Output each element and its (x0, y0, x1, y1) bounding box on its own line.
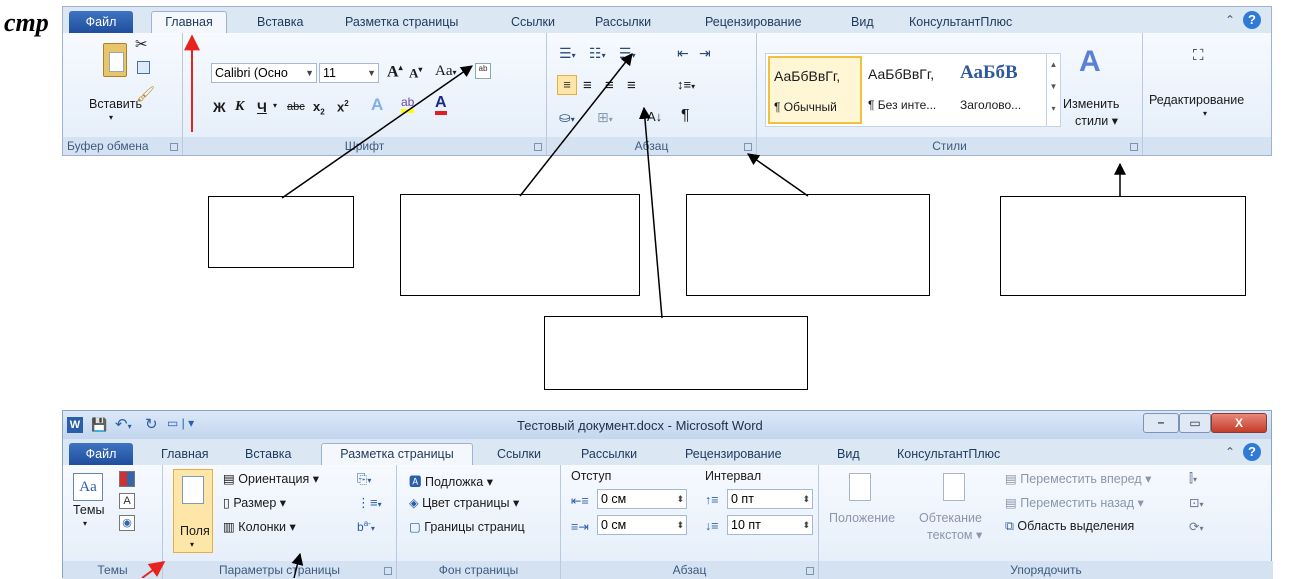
arrow-box1-to-change-case (281, 65, 473, 199)
arrow-box3-to-paragraph-launcher (747, 153, 809, 197)
arrow-red-to-margins (141, 561, 166, 578)
arrows-overlay (141, 34, 1126, 578)
arrow-box2-to-multilevel (519, 53, 633, 197)
arrow-box5-to-borders (638, 106, 663, 319)
arrow-to-columns (291, 552, 304, 578)
